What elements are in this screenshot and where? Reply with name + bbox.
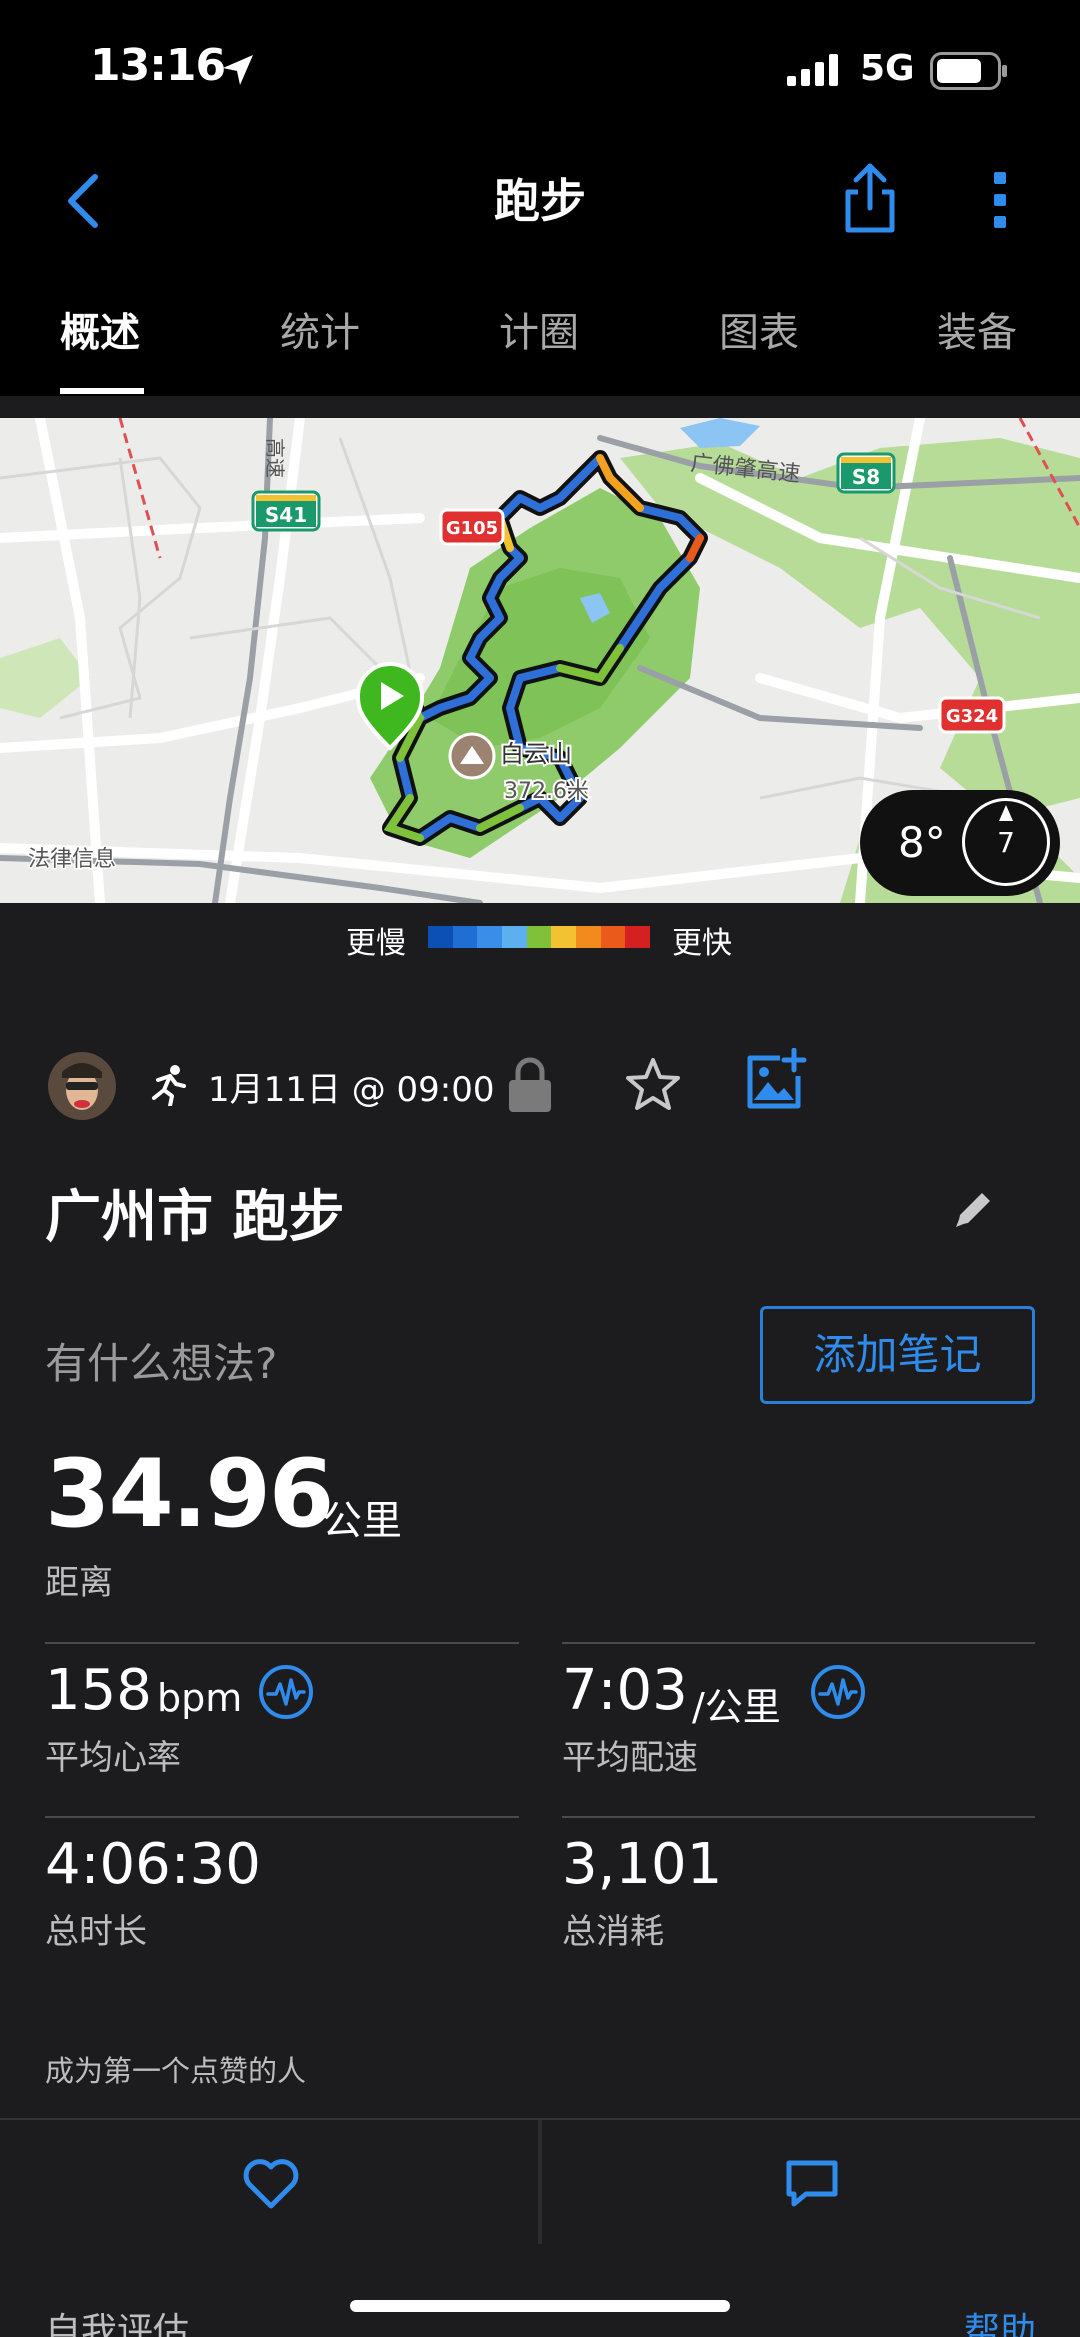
wind-speed: 7 [997,826,1015,859]
road-label-s8: S8 [852,465,880,489]
calories-value: 3,101 [562,1832,723,1897]
heart-rate-icon [811,1665,865,1719]
battery-icon [930,52,1008,94]
like-button[interactable] [0,2120,538,2244]
pace-color-swatch [477,926,503,948]
comment-button[interactable] [542,2120,1080,2244]
status-bar: 13:16 5G [0,0,1080,140]
tab-overview[interactable]: 概述 [60,300,140,358]
distance-label: 距离 [45,1563,113,1603]
add-photo-icon [747,1047,807,1109]
road-shield-s8: S8 [836,452,896,494]
activity-meta-row: 1月11日 @ 09:00 [0,1040,1080,1130]
road-label-s41: S41 [265,503,307,527]
more-options-button[interactable] [985,162,1015,238]
add-photo-button[interactable] [744,1047,808,1116]
poi-name: 白云山 [500,740,572,768]
tab-bar: 概述 统计 计圈 图表 装备 [0,260,1080,396]
expressway-label-vertical: 高速 [263,438,287,478]
nav-bar: 跑步 [0,140,1080,260]
add-note-button[interactable]: 添加笔记 [760,1306,1035,1404]
status-time: 13:16 [90,40,226,91]
weather-temperature: 8° [898,818,946,867]
favorite-button[interactable] [624,1056,682,1118]
social-action-bar [0,2118,1080,2244]
distance-unit: 公里 [322,1498,402,1544]
distance-value: 34.96 [45,1440,334,1549]
pace-color-swatch [428,926,453,948]
heart-icon [243,2159,299,2209]
pace-value: 7:03 [562,1658,688,1723]
pace-color-swatch [452,926,478,948]
pace-color-swatch [625,926,651,948]
pace-color-scale [428,926,651,948]
divider [562,1816,1035,1818]
likes-prompt: 成为第一个点赞的人 [45,2054,307,2088]
activity-date: 1月11日 @ 09:00 [208,1070,495,1110]
self-evaluation-heading: 自我评估 [45,2311,190,2337]
page-title: 跑步 [494,174,586,228]
pace-legend: 更慢 更快 [0,918,1080,961]
notes-prompt[interactable]: 有什么想法? [45,1330,277,1391]
pencil-icon [956,1193,990,1227]
comment-icon [786,2160,838,2207]
road-label-g324: G324 [946,706,998,727]
heart-rate-label: 平均心率 [45,1738,181,1778]
legend-slower-label: 更慢 [346,926,406,961]
pace-color-swatch [576,926,601,948]
location-arrow-icon [220,52,256,92]
heart-rate-value: 158 [45,1658,152,1723]
divider [562,1642,1035,1644]
activity-title: 广州市 跑步 [45,1185,345,1250]
tab-charts[interactable]: 图表 [719,300,799,358]
active-tab-indicator [60,388,144,394]
pace-unit: /公里 [692,1685,781,1729]
wind-compass-icon: 7 [962,798,1050,886]
weather-badge: 8° 7 [860,790,1060,896]
pace-color-swatch [526,926,552,948]
edit-title-button[interactable] [950,1185,998,1237]
heart-rate-unit: bpm [157,1676,243,1720]
calories-label: 总消耗 [562,1912,664,1952]
map-legal-link: 法律信息 [28,847,116,872]
share-button[interactable] [840,158,900,238]
home-indicator[interactable] [350,2300,730,2312]
pace-monitor-button[interactable] [810,1664,866,1720]
network-type: 5G [860,48,915,89]
tab-stats[interactable]: 统计 [280,300,360,358]
poi-elevation: 372.6米 [504,779,589,804]
more-vertical-icon [994,172,1006,228]
share-icon [845,163,895,233]
privacy-lock-button[interactable] [506,1056,554,1118]
cellular-signal-icon [787,54,843,90]
legend-faster-label: 更快 [672,926,732,961]
lock-icon [509,1057,551,1112]
pace-color-swatch [600,926,626,948]
road-shield-s41: S41 [251,490,321,532]
pace-label: 平均配速 [562,1738,698,1778]
road-label-g105: G105 [446,518,498,539]
mountain-icon [448,732,496,780]
running-icon [148,1064,188,1110]
help-link[interactable]: 帮助 [964,2302,1036,2337]
duration-value: 4:06:30 [45,1832,261,1897]
duration-label: 总时长 [45,1912,147,1952]
pace-color-swatch [551,926,577,948]
road-shield-g324: G324 [938,696,1006,734]
heart-rate-icon [259,1665,313,1719]
tab-gear[interactable]: 装备 [937,300,1017,358]
pace-color-swatch [502,926,527,948]
avatar[interactable] [48,1052,116,1120]
road-shield-g105: G105 [439,508,505,546]
heart-rate-monitor-button[interactable] [258,1664,314,1720]
divider [45,1642,519,1644]
divider [45,1816,519,1818]
star-icon [626,1058,680,1110]
tab-laps[interactable]: 计圈 [499,300,579,358]
